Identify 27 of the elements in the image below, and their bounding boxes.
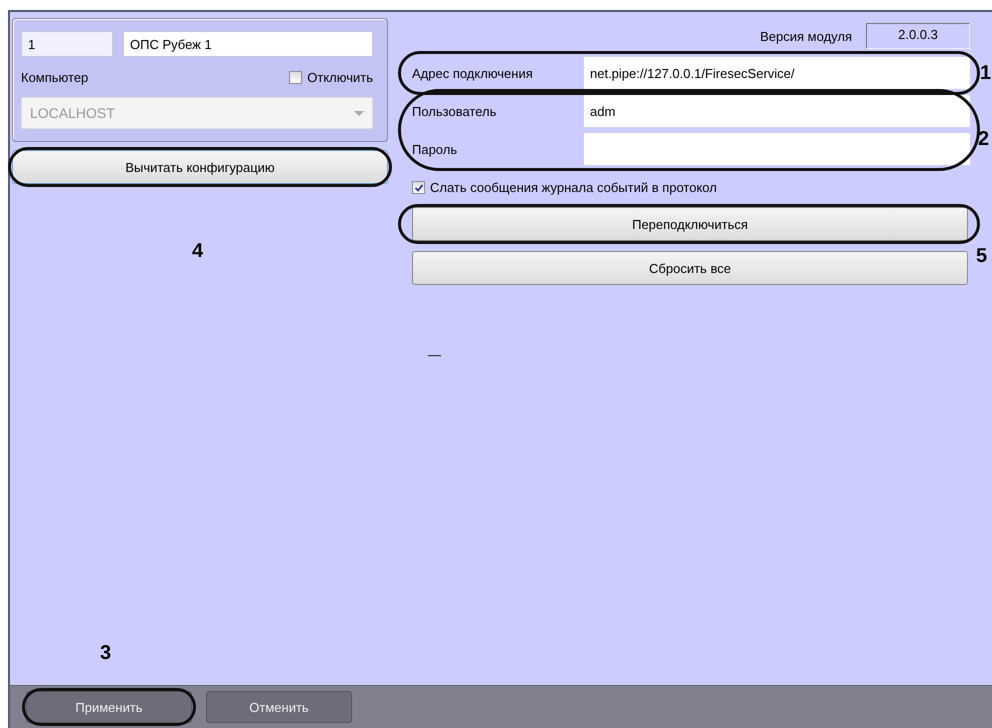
reconnect-button[interactable]: Переподключиться <box>412 207 968 241</box>
checkbox[interactable] <box>289 70 302 84</box>
password-field[interactable] <box>584 133 970 165</box>
dash-text: — <box>428 347 442 362</box>
callout-number: 5 <box>976 245 988 268</box>
module-version-value: 2.0.0.3 <box>866 23 970 49</box>
address-label: Адрес подключения <box>412 66 534 80</box>
checkbox[interactable] <box>412 181 425 194</box>
callout-number: 3 <box>100 642 112 665</box>
callout-number: 1 <box>980 62 992 85</box>
read-config-button[interactable]: Вычитать конфигурацию <box>12 150 388 184</box>
reset-all-button[interactable]: Сбросить все <box>412 251 968 285</box>
address-field[interactable]: net.pipe://127.0.0.1/FiresecService/ <box>584 57 970 89</box>
log-to-protocol-label: Слать сообщения журнала событий в протокол <box>430 180 717 195</box>
callout-number: 2 <box>978 128 990 151</box>
cancel-button[interactable]: Отменить <box>206 691 352 723</box>
number-field[interactable]: 1 <box>21 31 113 57</box>
name-field[interactable]: ОПС Рубеж 1 <box>123 31 373 57</box>
module-version-label: Версия модуля <box>760 28 852 44</box>
user-field[interactable]: adm <box>584 95 970 127</box>
apply-button[interactable]: Применить <box>26 691 192 723</box>
computer-label: Компьютер <box>21 70 88 84</box>
disable-label: Отключить <box>307 70 373 84</box>
callout-number: 4 <box>192 240 204 263</box>
caret-icon <box>354 110 364 116</box>
password-label: Пароль <box>412 142 458 156</box>
user-label: Пользователь <box>412 104 498 118</box>
